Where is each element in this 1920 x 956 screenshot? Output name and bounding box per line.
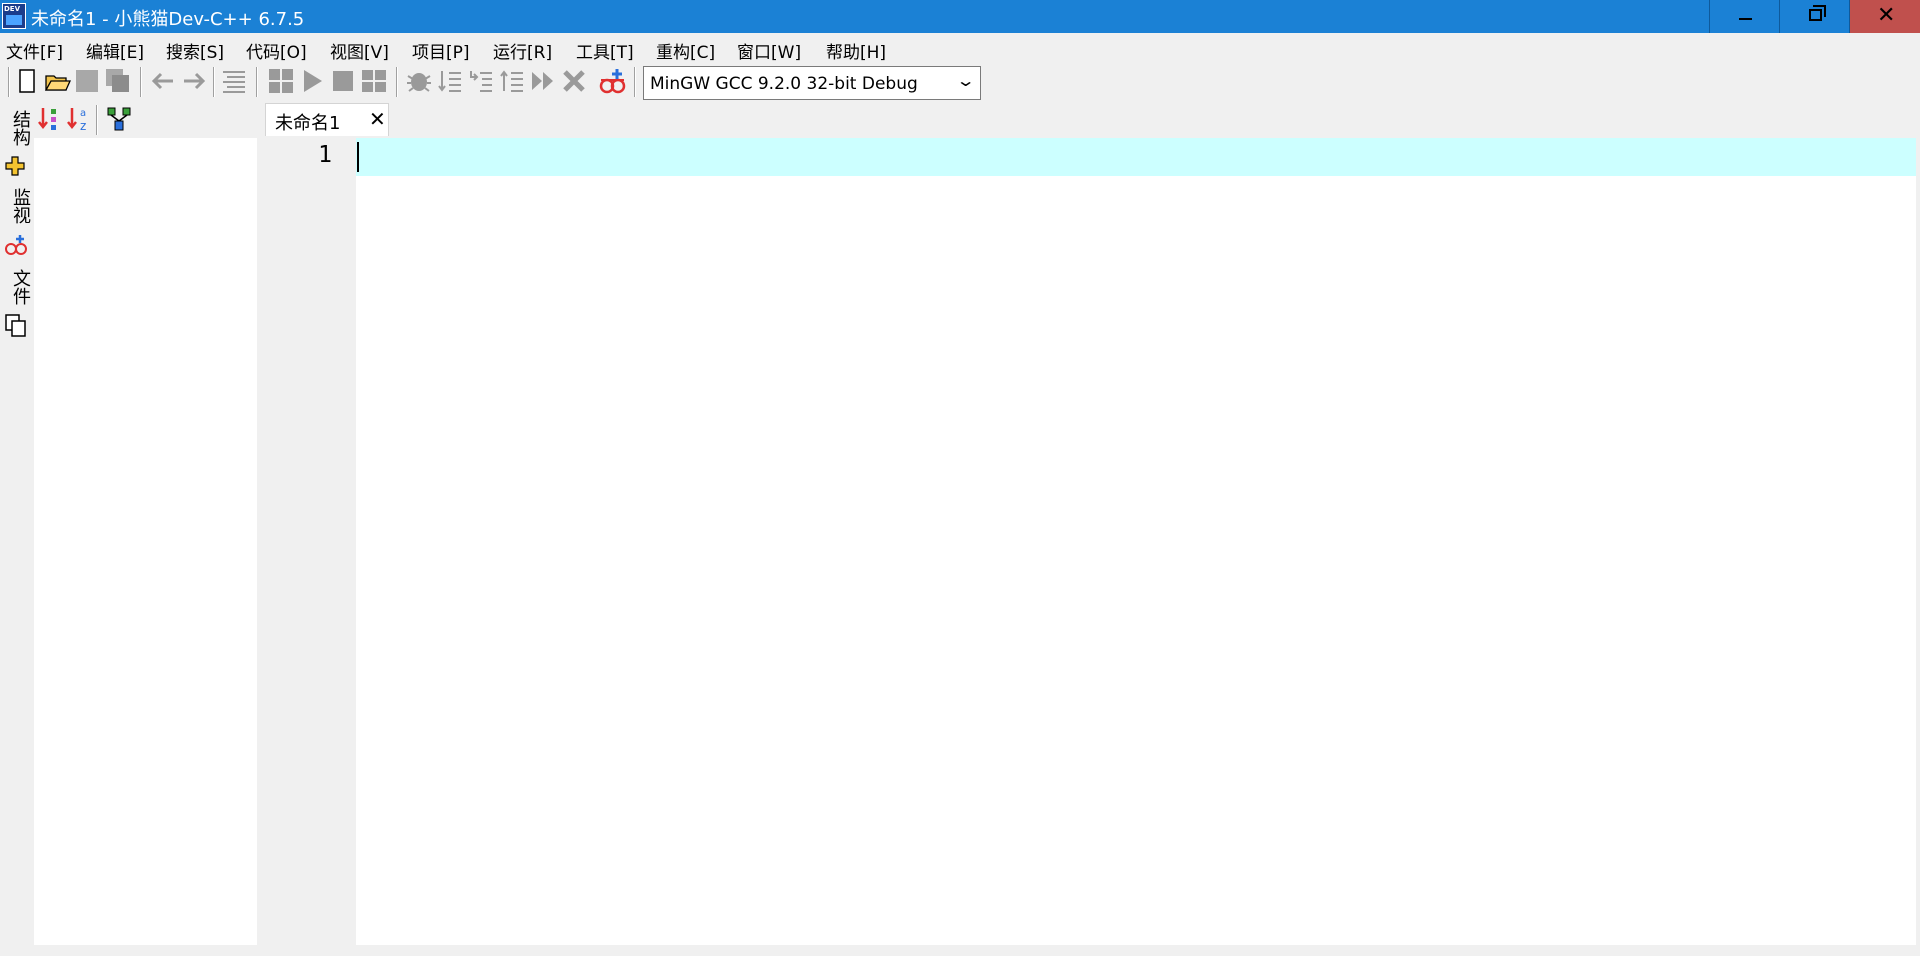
close-button[interactable]: ✕ bbox=[1849, 0, 1920, 33]
stop-debug-icon[interactable] bbox=[560, 67, 588, 95]
tab-files-label: 文件 bbox=[10, 269, 31, 305]
toolbar-separator bbox=[140, 67, 142, 97]
toolbar-separator bbox=[213, 67, 215, 97]
code-editor[interactable] bbox=[356, 138, 1916, 945]
text-caret bbox=[357, 142, 359, 172]
files-icon bbox=[5, 314, 26, 337]
save-icon[interactable] bbox=[73, 67, 101, 95]
open-folder-icon[interactable] bbox=[43, 67, 71, 95]
window-title: 未命名1 - 小熊猫Dev-C++ 6.7.5 bbox=[31, 9, 305, 30]
close-icon[interactable]: ✕ bbox=[369, 107, 386, 131]
svg-text:a: a bbox=[80, 108, 86, 119]
compiler-select[interactable]: MinGW GCC 9.2.0 32-bit Debug ⌄ bbox=[643, 66, 981, 100]
tab-label: 未命名1 bbox=[275, 113, 341, 134]
toolbar-separator bbox=[256, 67, 258, 97]
current-line-highlight bbox=[356, 138, 1916, 176]
close-icon: ✕ bbox=[1877, 3, 1896, 28]
editor-tab-bar: 未命名1 ✕ bbox=[258, 103, 1920, 138]
line-number: 1 bbox=[318, 142, 332, 168]
menu-window[interactable]: 窗口[W] bbox=[737, 38, 801, 63]
tab-watch-label: 监视 bbox=[10, 188, 31, 224]
toolbar-separator bbox=[96, 105, 98, 135]
toolbar-separator bbox=[396, 67, 398, 97]
menu-edit[interactable]: 编辑[E] bbox=[86, 38, 144, 63]
new-file-icon[interactable] bbox=[13, 67, 41, 95]
chevron-down-icon: ⌄ bbox=[955, 71, 976, 90]
menu-code[interactable]: 代码[O] bbox=[246, 38, 307, 63]
tab-structure-label: 结构 bbox=[10, 110, 31, 146]
sort-alpha-icon[interactable]: az bbox=[65, 105, 93, 133]
menu-view[interactable]: 视图[V] bbox=[330, 38, 389, 63]
format-code-icon[interactable] bbox=[220, 67, 248, 95]
compiler-select-value: MinGW GCC 9.2.0 32-bit Debug bbox=[650, 74, 918, 94]
menu-refactor[interactable]: 重构[C] bbox=[656, 38, 715, 63]
app-icon[interactable]: DEV bbox=[2, 3, 26, 29]
line-number-gutter: 1 bbox=[258, 138, 356, 945]
status-strip bbox=[0, 945, 1920, 956]
back-arrow-icon[interactable] bbox=[149, 67, 177, 95]
compile-run-icon[interactable] bbox=[360, 67, 388, 95]
run-icon[interactable] bbox=[298, 67, 326, 95]
menu-file[interactable]: 文件[F] bbox=[6, 38, 63, 63]
show-inherited-icon[interactable] bbox=[105, 105, 133, 133]
toolbar: MinGW GCC 9.2.0 32-bit Debug ⌄ bbox=[0, 63, 1920, 103]
debug-icon[interactable] bbox=[405, 67, 433, 95]
side-tab-strip: 结构 监视 文件 bbox=[0, 103, 34, 949]
class-browser-toolbar: az bbox=[34, 103, 258, 138]
sort-by-type-icon[interactable] bbox=[36, 105, 64, 133]
menu-help[interactable]: 帮助[H] bbox=[826, 38, 886, 63]
step-over-icon[interactable] bbox=[436, 67, 464, 95]
minimize-button[interactable] bbox=[1709, 0, 1779, 33]
class-browser-panel[interactable] bbox=[34, 138, 257, 945]
toolbar-grip bbox=[8, 67, 10, 97]
app-icon-screen bbox=[6, 15, 22, 25]
restore-icon bbox=[1809, 5, 1826, 21]
menu-search[interactable]: 搜索[S] bbox=[166, 38, 224, 63]
structure-icon bbox=[5, 156, 25, 176]
app-icon-label: DEV bbox=[4, 5, 21, 13]
compile-icon[interactable] bbox=[267, 67, 295, 95]
add-watch-icon[interactable] bbox=[598, 67, 626, 95]
step-into-icon[interactable] bbox=[467, 67, 495, 95]
menu-bar: 文件[F] 编辑[E] 搜索[S] 代码[O] 视图[V] 项目[P] 运行[R… bbox=[0, 33, 1920, 63]
menu-tools[interactable]: 工具[T] bbox=[576, 38, 634, 63]
menu-project[interactable]: 项目[P] bbox=[412, 38, 470, 63]
forward-arrow-icon[interactable] bbox=[180, 67, 208, 95]
save-all-icon[interactable] bbox=[103, 67, 131, 95]
toolbar-separator bbox=[634, 67, 636, 97]
tab-untitled-1[interactable]: 未命名1 ✕ bbox=[265, 103, 389, 136]
stop-icon[interactable] bbox=[329, 67, 357, 95]
continue-icon[interactable] bbox=[529, 67, 557, 95]
svg-text:z: z bbox=[80, 119, 86, 133]
title-bar: DEV 未命名1 - 小熊猫Dev-C++ 6.7.5 ✕ bbox=[0, 0, 1920, 33]
menu-run[interactable]: 运行[R] bbox=[493, 38, 552, 63]
watch-icon bbox=[5, 235, 27, 255]
maximize-button[interactable] bbox=[1779, 0, 1849, 33]
minimize-icon bbox=[1739, 18, 1752, 20]
step-out-icon[interactable] bbox=[498, 67, 526, 95]
